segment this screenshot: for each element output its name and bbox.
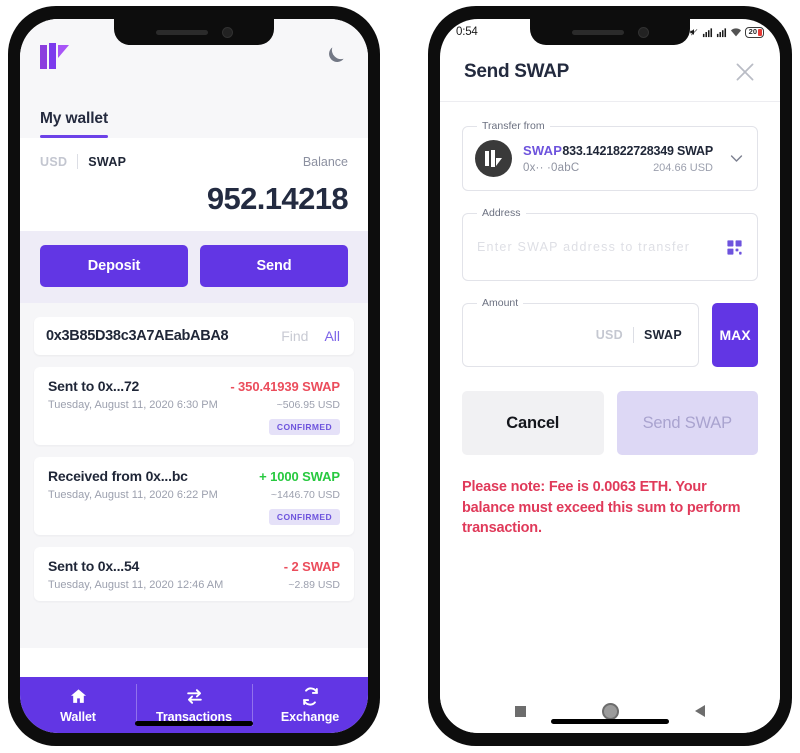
tab-my-wallet-label: My wallet [40,110,109,127]
coin-address: 0x·· ·0abC [523,162,580,174]
amount-currency-divider [632,327,634,343]
transaction-usd: ~1446.70 USD [270,489,340,501]
currency-option-usd[interactable]: USD [40,155,67,169]
screenshot-stage: My wallet USD SWAP Balance 952.14218 Dep… [0,0,800,753]
notch [530,19,690,45]
mute-icon [689,29,697,36]
transaction-date: Tuesday, August 11, 2020 6:22 PM [48,489,218,501]
address-input[interactable]: Enter SWAP address to transfer [477,240,726,254]
front-camera [637,26,649,38]
signal-icon [702,27,712,37]
coin-amount-usd: 204.66 USD [653,162,713,174]
filter-all-button[interactable]: All [324,328,340,344]
home-icon [70,688,86,703]
nav-item-exchange-label: Exchange [280,709,340,724]
balance-label: Balance [302,154,348,169]
currency-switcher: USD SWAP Balance [40,154,348,169]
cancel-button[interactable]: Cancel [462,391,604,455]
amount-field[interactable]: Amount USD SWAP [462,297,699,367]
coin-amount: 833.1421822728349 SWAP [562,144,713,158]
signal-icon [716,27,726,37]
swap-logo-icon [40,43,69,69]
page-title: Send SWAP [464,61,569,82]
transaction-date: Tuesday, August 11, 2020 6:30 PM [48,399,218,411]
find-button[interactable]: Find [281,328,308,344]
nav-item-wallet-label: Wallet [60,709,96,724]
recents-square-icon[interactable] [515,705,526,717]
transaction-title: Sent to 0x...72 [48,378,140,394]
status-time: 0:54 [456,26,478,38]
send-form: Transfer from SWAP 833.1421822728349 SWA… [440,102,780,539]
address-field[interactable]: Address Enter SWAP address to transfer [462,207,758,281]
android-navigation-bar [440,689,780,733]
search-input[interactable]: 0x3B85D38c3A7AEabABA8 [46,328,277,344]
transaction-amount: - 350.41939 SWAP [230,379,340,394]
send-header: Send SWAP [440,45,780,102]
balance-amount: 952.14218 [206,181,349,216]
chevron-down-icon[interactable] [728,150,745,167]
balance-panel: USD SWAP Balance 952.14218 [20,138,368,231]
qr-code-icon[interactable] [726,239,743,256]
tab-active-underline [40,135,109,138]
earpiece-speaker [155,29,208,35]
tab-my-wallet[interactable]: My wallet [40,110,108,138]
amount-currency-usd[interactable]: USD [596,328,623,342]
earpiece-speaker [571,29,624,35]
transfer-from-field[interactable]: Transfer from SWAP 833.1421822728349 SWA… [462,120,758,191]
deposit-button[interactable]: Deposit [40,245,188,287]
front-camera [221,26,233,38]
transaction-amount: + 1000 SWAP [259,469,340,484]
amount-row: Amount USD SWAP MAX [462,297,758,367]
send-button[interactable]: Send [200,245,348,287]
moon-icon[interactable] [322,43,348,69]
battery-indicator: 20 [744,26,764,38]
transaction-amount: - 2 SWAP [283,559,340,574]
right-phone-screen: 0:54 4,4 КБ/c [440,19,780,733]
transactions-list: 0x3B85D38c3A7AEabABA8 Find All Sent to 0… [20,303,368,648]
home-indicator[interactable] [551,719,669,724]
status-badge: CONFIRMED [268,509,340,525]
wifi-icon [730,27,741,36]
form-actions: Cancel Send SWAP [462,391,758,455]
back-triangle-icon[interactable] [695,705,705,717]
transaction-title: Received from 0x...bc [48,468,188,484]
wallet-actions: Deposit Send [20,231,368,303]
left-phone-screen: My wallet USD SWAP Balance 952.14218 Dep… [20,19,368,733]
battery-percent-label: 20 [748,27,757,37]
notch [114,19,274,45]
coin-symbol: SWAP [523,143,563,158]
fee-note: Please note: Fee is 0.0063 ETH. Your bal… [462,479,741,537]
swap-coin-icon [475,140,512,177]
search-bar[interactable]: 0x3B85D38c3A7AEabABA8 Find All [34,317,354,355]
home-circle-icon[interactable] [602,702,619,720]
transaction-usd: ~2.89 USD [288,579,340,591]
max-button[interactable]: MAX [712,303,758,367]
transaction-title: Sent to 0x...54 [48,558,140,574]
transfer-from-label: Transfer from [477,120,550,132]
currency-option-swap[interactable]: SWAP [88,155,126,169]
refresh-exchange-icon [302,686,318,706]
swap-arrows-icon [186,688,202,704]
table-row[interactable]: Sent to 0x...72 - 350.41939 SWAP Tuesday… [34,367,354,445]
nav-item-exchange[interactable]: Exchange [252,677,368,733]
close-icon[interactable] [732,59,758,85]
transaction-date: Tuesday, August 11, 2020 12:46 AM [48,579,224,591]
amount-currency-swap[interactable]: SWAP [644,328,682,342]
left-phone-frame: My wallet USD SWAP Balance 952.14218 Dep… [8,6,380,746]
status-badge: CONFIRMED [268,419,340,435]
table-row[interactable]: Received from 0x...bc + 1000 SWAP Tuesda… [34,457,354,535]
address-label: Address [477,207,526,219]
table-row[interactable]: Sent to 0x...54 - 2 SWAP Tuesday, August… [34,547,354,601]
amount-label: Amount [477,297,524,309]
home-indicator[interactable] [135,721,253,726]
currency-divider [77,154,79,169]
send-swap-button[interactable]: Send SWAP [616,391,758,455]
nav-item-wallet[interactable]: Wallet [20,677,136,733]
right-phone-frame: 0:54 4,4 КБ/c [428,6,792,746]
transaction-usd: ~506.95 USD [276,399,340,411]
